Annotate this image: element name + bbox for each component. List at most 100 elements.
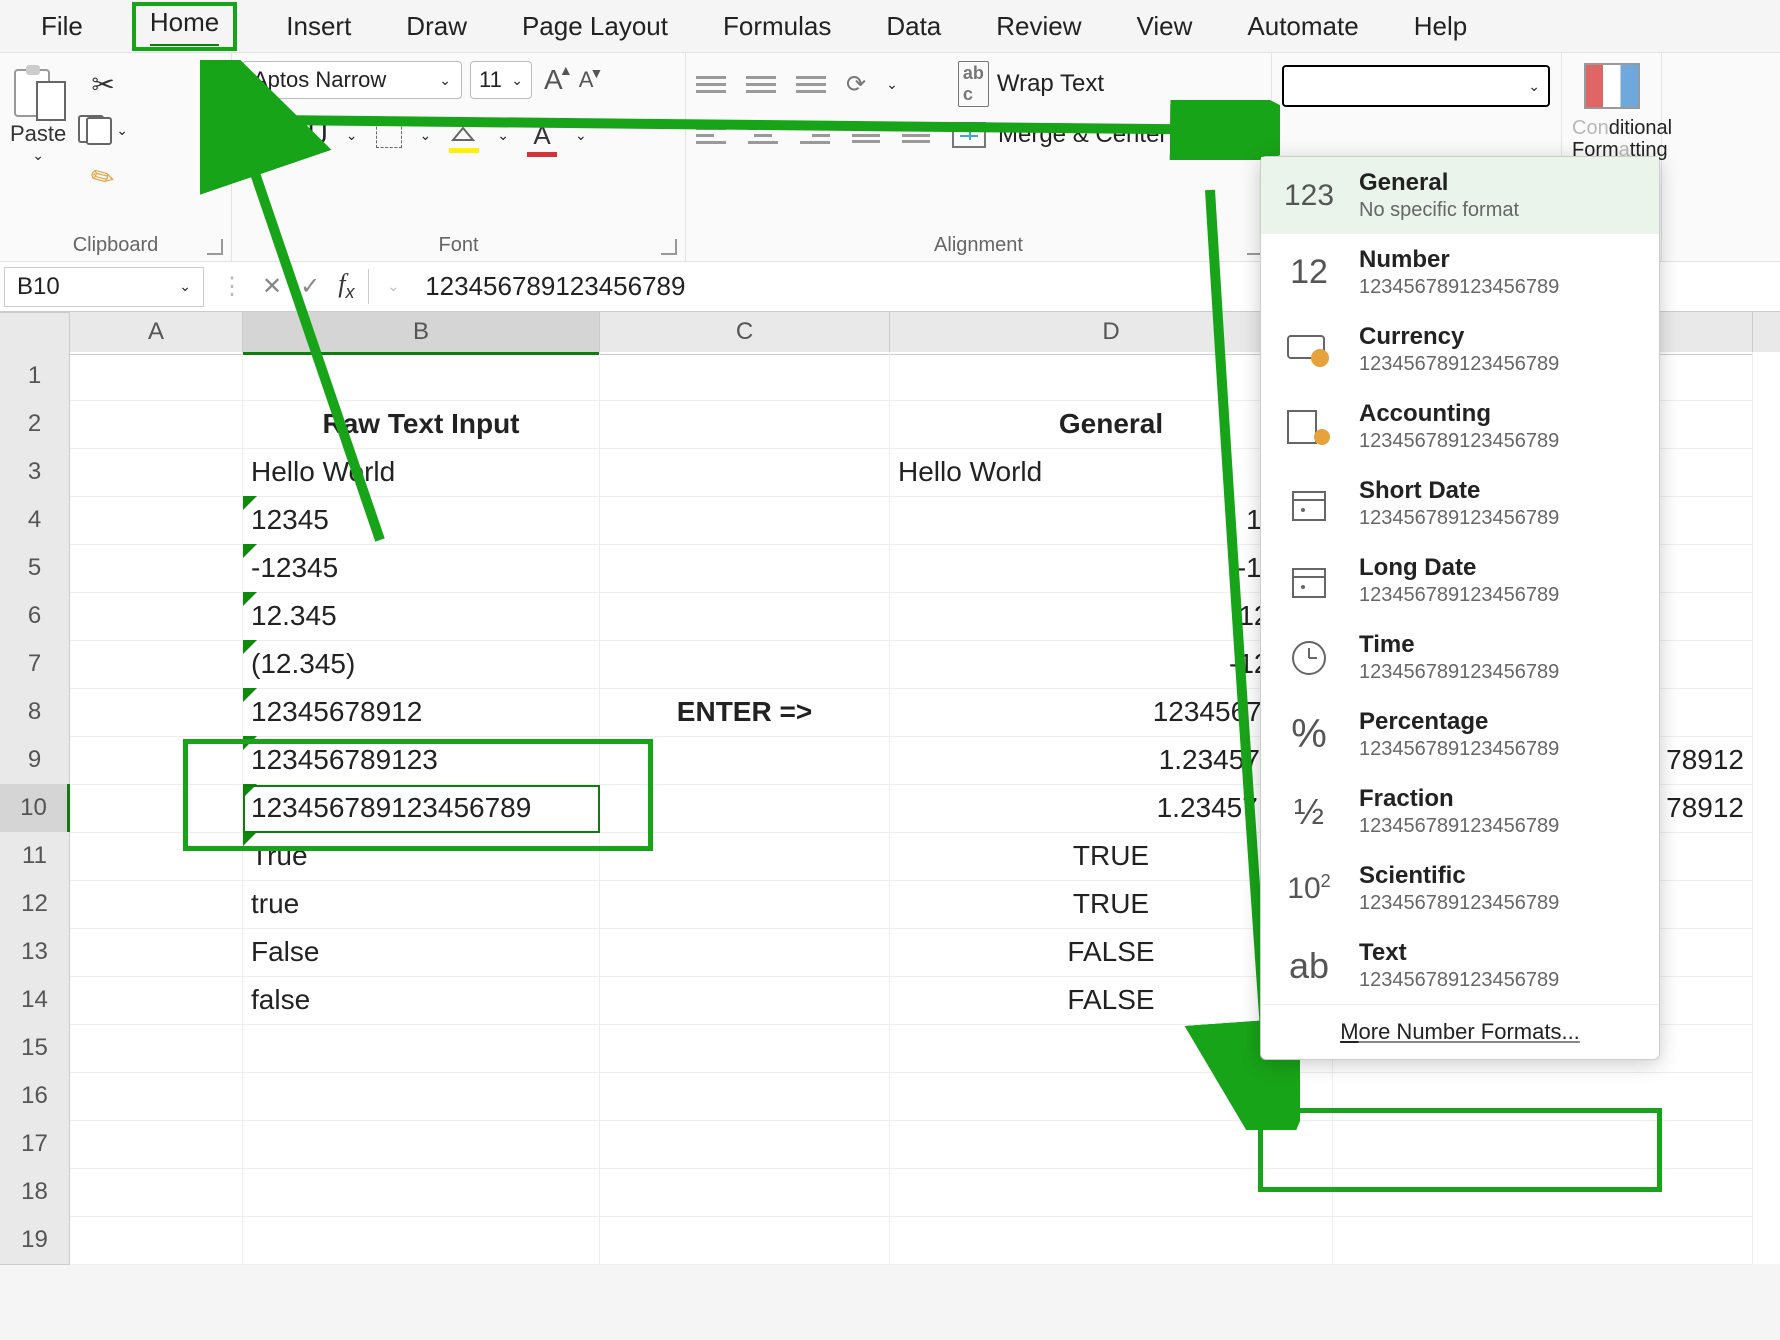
cell[interactable] xyxy=(600,736,890,785)
cell[interactable]: false xyxy=(243,976,600,1025)
tab-review[interactable]: Review xyxy=(990,7,1087,46)
row-header[interactable]: 18 xyxy=(0,1168,70,1217)
cell[interactable]: true xyxy=(243,880,600,929)
tab-page-layout[interactable]: Page Layout xyxy=(516,7,674,46)
paste-button[interactable]: Paste ⌄ xyxy=(10,61,66,194)
cell[interactable] xyxy=(600,496,890,545)
font-color-button[interactable]: A xyxy=(527,120,557,151)
cell[interactable] xyxy=(600,976,890,1025)
cell[interactable] xyxy=(890,1216,1333,1265)
cell[interactable] xyxy=(243,1168,600,1217)
cell[interactable] xyxy=(600,1120,890,1169)
tab-draw[interactable]: Draw xyxy=(400,7,473,46)
align-bottom[interactable] xyxy=(796,76,826,93)
cell[interactable]: 12345678912 xyxy=(243,688,600,737)
cell[interactable] xyxy=(600,592,890,641)
align-center[interactable] xyxy=(748,127,778,144)
row-header[interactable]: 15 xyxy=(0,1024,70,1073)
cell[interactable] xyxy=(70,880,243,929)
bold-button[interactable]: B xyxy=(242,119,262,151)
row-header[interactable]: 5 xyxy=(0,544,70,593)
formula-cancel[interactable]: ✕ xyxy=(262,272,282,301)
decrease-indent[interactable] xyxy=(852,128,880,143)
align-middle[interactable] xyxy=(746,76,776,93)
cell[interactable] xyxy=(600,1024,890,1073)
clipboard-launcher[interactable] xyxy=(207,239,223,255)
increase-indent[interactable] xyxy=(902,128,930,143)
borders-button[interactable] xyxy=(376,122,402,148)
row-header[interactable]: 8 xyxy=(0,688,70,737)
borders-dropdown[interactable]: ⌄ xyxy=(420,127,432,144)
col-header-A[interactable]: A xyxy=(70,312,243,355)
select-all-corner[interactable] xyxy=(0,312,70,355)
row-header[interactable]: 2 xyxy=(0,400,70,449)
row-header[interactable]: 10 xyxy=(0,784,70,833)
copy-dropdown[interactable]: ⌄ xyxy=(116,122,128,139)
format-option-text[interactable]: abText123456789123456789 xyxy=(1261,927,1659,1004)
row-header[interactable]: 12 xyxy=(0,880,70,929)
cell[interactable] xyxy=(600,880,890,929)
fill-color-dropdown[interactable]: ⌄ xyxy=(497,127,509,144)
align-left[interactable] xyxy=(696,127,726,144)
font-size-combo[interactable]: 11⌄ xyxy=(470,61,532,99)
cell[interactable] xyxy=(600,928,890,977)
col-header-B[interactable]: B xyxy=(243,312,600,355)
col-header-C[interactable]: C xyxy=(600,312,890,355)
cell[interactable]: Hello World xyxy=(243,448,600,497)
cell[interactable] xyxy=(70,496,243,545)
cell[interactable] xyxy=(600,1072,890,1121)
cell[interactable]: False xyxy=(243,928,600,977)
number-format-combo[interactable]: ⌄ xyxy=(1282,65,1550,107)
row-header[interactable]: 14 xyxy=(0,976,70,1025)
align-top[interactable] xyxy=(696,76,726,93)
cell[interactable] xyxy=(890,1072,1333,1121)
format-option-currency[interactable]: Currency123456789123456789 xyxy=(1261,311,1659,388)
cell[interactable] xyxy=(70,1024,243,1073)
format-option-general[interactable]: 123GeneralNo specific format xyxy=(1261,157,1659,234)
cell[interactable] xyxy=(70,400,243,449)
tab-help[interactable]: Help xyxy=(1408,7,1473,46)
cell[interactable] xyxy=(243,1024,600,1073)
row-header[interactable]: 7 xyxy=(0,640,70,689)
row-header[interactable]: 1 xyxy=(0,352,70,401)
tab-automate[interactable]: Automate xyxy=(1241,7,1364,46)
cell[interactable] xyxy=(70,688,243,737)
row-header[interactable]: 11 xyxy=(0,832,70,881)
cell[interactable] xyxy=(70,784,243,833)
font-name-combo[interactable]: Aptos Narrow⌄ xyxy=(242,61,462,99)
cell[interactable] xyxy=(890,1120,1333,1169)
font-launcher[interactable] xyxy=(661,239,677,255)
row-header[interactable]: 13 xyxy=(0,928,70,977)
format-option-time[interactable]: Time123456789123456789 xyxy=(1261,619,1659,696)
underline-dropdown[interactable]: ⌄ xyxy=(346,127,358,144)
format-option-long-date[interactable]: Long Date123456789123456789 xyxy=(1261,542,1659,619)
name-box[interactable]: B10⌄ xyxy=(4,267,204,307)
format-option-number[interactable]: 12Number123456789123456789 xyxy=(1261,234,1659,311)
cell[interactable] xyxy=(1333,1216,1753,1265)
format-option-fraction[interactable]: ½Fraction123456789123456789 xyxy=(1261,773,1659,850)
decrease-font-size[interactable]: A▼ xyxy=(575,67,598,93)
row-header[interactable]: 17 xyxy=(0,1120,70,1169)
copy-button[interactable] xyxy=(78,115,112,145)
font-color-dropdown[interactable]: ⌄ xyxy=(575,127,587,144)
cell[interactable]: True xyxy=(243,832,600,881)
cell[interactable] xyxy=(70,1216,243,1265)
cell[interactable] xyxy=(600,400,890,449)
cell[interactable] xyxy=(70,832,243,881)
cell[interactable] xyxy=(243,1120,600,1169)
format-painter-button[interactable]: ✎ xyxy=(85,157,122,197)
cell[interactable] xyxy=(600,784,890,833)
row-header[interactable]: 6 xyxy=(0,592,70,641)
cell[interactable] xyxy=(600,448,890,497)
cell[interactable]: ENTER => xyxy=(600,688,890,737)
format-option-short-date[interactable]: Short Date123456789123456789 xyxy=(1261,465,1659,542)
cell[interactable] xyxy=(70,1120,243,1169)
cell[interactable] xyxy=(1333,1168,1753,1217)
align-right[interactable] xyxy=(800,127,830,144)
cell[interactable] xyxy=(890,1168,1333,1217)
cell[interactable]: 12.345 xyxy=(243,592,600,641)
cell[interactable] xyxy=(70,544,243,593)
tab-file[interactable]: File xyxy=(35,7,89,46)
cell[interactable]: 123456789123456789 xyxy=(243,784,600,833)
underline-button[interactable]: U xyxy=(308,119,328,151)
